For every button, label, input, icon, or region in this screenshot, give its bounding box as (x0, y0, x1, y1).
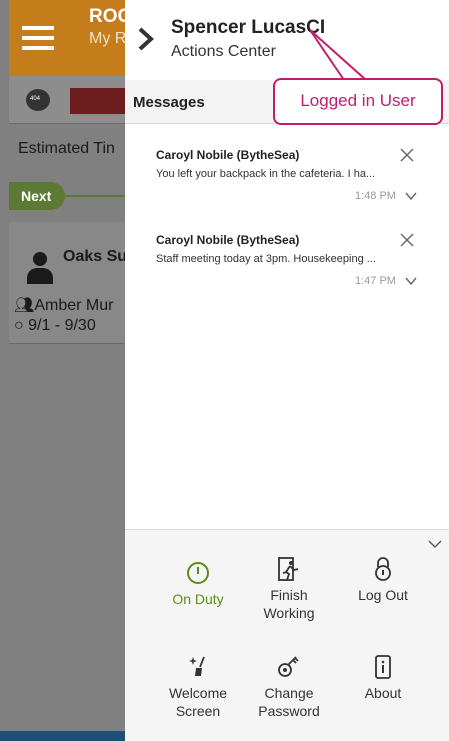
change-password-button[interactable]: Change Password (244, 654, 334, 720)
finish-working-button[interactable]: Finish Working (244, 556, 334, 622)
task-card-dates: ○ 9/1 - 9/30 (14, 317, 96, 334)
welcome-screen-button[interactable]: Welcome Screen (153, 654, 243, 720)
close-icon[interactable] (400, 233, 414, 247)
status-indicator (70, 88, 130, 114)
message-text: Staff meeting today at 3pm. Housekeeping… (156, 253, 376, 265)
padlock-icon (375, 557, 391, 581)
badge-icon[interactable]: 404 (26, 89, 50, 111)
log-out-button[interactable]: Log Out (338, 556, 428, 604)
annotation-label: Logged in User (300, 91, 416, 110)
annotation-callout: Logged in User (273, 78, 443, 125)
chevron-down-icon[interactable] (428, 539, 442, 549)
message-time: 1:48 PM (355, 190, 396, 202)
on-duty-label: On Duty (172, 591, 224, 607)
quick-actions-panel: On Duty Finish Working Log Out Welcome S… (125, 529, 449, 741)
welcome-screen-label: Welcome Screen (168, 685, 228, 719)
about-label: About (364, 685, 402, 701)
callout-arrow (309, 29, 367, 81)
drawer-header: Spencer LucasCI Actions Center (125, 0, 449, 80)
chevron-right-icon[interactable] (135, 26, 157, 52)
message-sender: Caroyl Nobile (BytheSea) (156, 233, 300, 247)
change-password-label: Change Password (258, 685, 320, 719)
message-item[interactable]: Caroyl Nobile (BytheSea) Staff meeting t… (125, 233, 449, 303)
hamburger-menu-icon[interactable] (22, 26, 54, 52)
info-phone-icon (375, 655, 391, 679)
task-card-assignee: 👥︎Amber Mur (14, 297, 114, 314)
key-icon (278, 656, 299, 677)
message-sender: Caroyl Nobile (BytheSea) (156, 148, 300, 162)
task-card-title: Oaks Su (63, 248, 128, 265)
people-icon: 👥︎ (14, 297, 35, 314)
sparkle-broom-icon (189, 656, 205, 676)
message-time: 1:47 PM (355, 275, 396, 287)
chevron-down-icon[interactable] (405, 276, 417, 286)
about-button[interactable]: About (338, 654, 428, 702)
person-icon (27, 252, 53, 284)
next-badge: Next (9, 182, 65, 210)
message-item[interactable]: Caroyl Nobile (BytheSea) You left your b… (125, 148, 449, 218)
close-icon[interactable] (400, 148, 414, 162)
finish-working-label: Finish Working (263, 587, 315, 621)
chevron-down-icon[interactable] (405, 191, 417, 201)
task-card[interactable]: Oaks Su 👥︎Amber Mur ○ 9/1 - 9/30 (9, 222, 139, 344)
clock-icon (187, 562, 209, 584)
exit-door-icon (278, 557, 299, 581)
circle-icon: ○ (14, 317, 24, 334)
estimated-time-label: Estimated Tin (18, 140, 115, 157)
log-out-label: Log Out (358, 587, 408, 603)
on-duty-button[interactable]: On Duty (153, 560, 243, 608)
drawer-subtitle: Actions Center (171, 43, 276, 60)
messages-title: Messages (133, 94, 205, 111)
message-text: You left your backpack in the cafeteria.… (156, 168, 376, 180)
